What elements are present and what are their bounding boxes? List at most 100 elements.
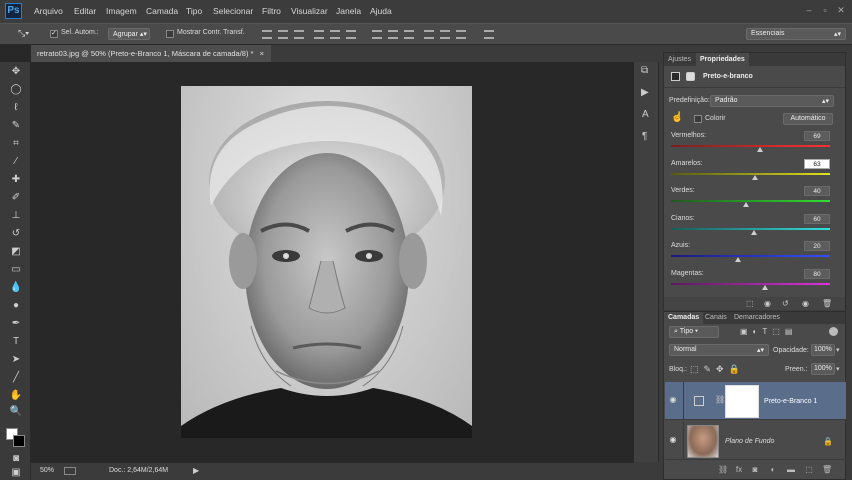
slider-thumb[interactable] — [757, 147, 764, 152]
slider-thumb[interactable] — [734, 257, 741, 262]
type-tool-icon[interactable]: T — [8, 335, 24, 349]
eye-icon[interactable]: ◉ — [668, 436, 678, 444]
slider-value-field[interactable]: 40 — [804, 186, 830, 196]
tint-checkbox[interactable] — [694, 115, 702, 123]
slider-track[interactable] — [671, 282, 830, 285]
status-arrow-icon[interactable]: ▶ — [193, 466, 199, 475]
slider-value-field[interactable]: 20 — [804, 241, 830, 251]
status-menu-icon[interactable] — [64, 467, 76, 475]
menu-selecionar[interactable]: Selecionar — [213, 6, 253, 16]
move-tool-icon[interactable]: ⤡▾ — [18, 28, 38, 40]
tab-canais[interactable]: Canais — [701, 312, 731, 324]
pen-tool-icon[interactable]: ✒ — [8, 317, 24, 331]
distribute-bottom-icon[interactable] — [404, 30, 414, 39]
marquee-tool-icon[interactable]: ◯ — [8, 83, 24, 97]
portrait-photo[interactable] — [181, 86, 472, 438]
line-tool-icon[interactable]: ╱ — [8, 371, 24, 385]
link-layers-icon[interactable]: ⛓ — [718, 465, 728, 474]
zoom-level[interactable]: 50% — [40, 467, 54, 474]
dodge-tool-icon[interactable]: ● — [8, 299, 24, 313]
auto-align-icon[interactable] — [484, 30, 494, 39]
new-group-icon[interactable]: ▬ — [786, 465, 796, 474]
view-previous-icon[interactable]: ◉ — [764, 299, 771, 308]
zoom-tool-icon[interactable]: 🔍 — [8, 405, 24, 419]
eye-icon[interactable]: ◉ — [668, 396, 678, 404]
filter-toggle-icon[interactable] — [829, 327, 838, 336]
tab-camadas[interactable]: Camadas — [664, 312, 704, 324]
lock-icon[interactable]: 🔒 — [823, 437, 833, 446]
workspace-dropdown[interactable]: Essenciais ▴▾ — [746, 28, 846, 40]
menu-filtro[interactable]: Filtro — [262, 6, 281, 16]
align-left-icon[interactable] — [314, 30, 324, 39]
mask-icon[interactable] — [686, 72, 695, 81]
menu-editar[interactable]: Editar — [74, 6, 96, 16]
align-bottom-icon[interactable] — [294, 30, 304, 39]
document-tab[interactable]: retrato03.jpg @ 50% (Preto-e-Branco 1, M… — [31, 45, 271, 62]
menu-ajuda[interactable]: Ajuda — [370, 6, 392, 16]
target-hand-icon[interactable]: ☝ — [671, 112, 683, 123]
clip-to-layer-icon[interactable]: ⬚ — [746, 299, 754, 308]
blur-tool-icon[interactable]: 💧 — [8, 281, 24, 295]
align-top-icon[interactable] — [262, 30, 272, 39]
maximize-icon[interactable]: ▫ — [818, 4, 832, 16]
lock-icons[interactable]: ⬚✎✥🔒 — [690, 364, 745, 375]
brush-tool-icon[interactable]: ✐ — [8, 191, 24, 205]
gradient-tool-icon[interactable]: ▭ — [8, 263, 24, 277]
distribute-left-icon[interactable] — [424, 30, 434, 39]
layer-row-background[interactable]: ◉ Plano de Fundo 🔒 — [665, 422, 846, 460]
menu-tipo[interactable]: Tipo — [186, 6, 202, 16]
link-icon[interactable]: ⛓ — [715, 395, 725, 404]
reset-icon[interactable]: ↺ — [782, 299, 789, 308]
layer-thumbnail[interactable] — [687, 425, 719, 458]
tab-propriedades[interactable]: Propriedades — [696, 53, 749, 66]
distribute-top-icon[interactable] — [372, 30, 382, 39]
menu-arquivo[interactable]: Arquivo — [34, 6, 63, 16]
crop-tool-icon[interactable]: ⌗ — [8, 137, 24, 151]
fill-arrow-icon[interactable]: ▾ — [836, 365, 840, 373]
screen-mode-icon[interactable]: ▣ — [8, 466, 24, 480]
distribute-hcenter-icon[interactable] — [440, 30, 450, 39]
layer-filter-icons[interactable]: ▣◐T⬚▤ — [740, 327, 797, 336]
slider-track[interactable] — [671, 145, 830, 147]
quick-select-tool-icon[interactable]: ✎ — [8, 119, 24, 133]
align-right-icon[interactable] — [346, 30, 356, 39]
fill-field[interactable]: 100% — [811, 363, 835, 375]
hand-tool-icon[interactable]: ✋ — [8, 389, 24, 403]
menu-camada[interactable]: Camada — [146, 6, 178, 16]
align-hcenter-icon[interactable] — [330, 30, 340, 39]
slider-value-field[interactable]: 69 — [804, 131, 830, 141]
delete-layer-icon[interactable]: 🗑 — [822, 465, 832, 474]
quick-mask-icon[interactable]: ◙ — [8, 452, 24, 466]
menu-imagem[interactable]: Imagem — [106, 6, 137, 16]
character-panel-icon[interactable]: A — [642, 109, 649, 120]
fx-icon[interactable]: fx — [734, 465, 744, 474]
layer-filter-dropdown[interactable]: ⌕ Tipo ▾ — [669, 326, 719, 338]
healing-brush-icon[interactable]: ✚ — [8, 173, 24, 187]
history-brush-icon[interactable]: ↺ — [8, 227, 24, 241]
background-color-swatch[interactable] — [13, 435, 25, 447]
layer-name[interactable]: Plano de Fundo — [725, 438, 774, 445]
slider-thumb[interactable] — [750, 229, 757, 235]
distribute-right-icon[interactable] — [456, 30, 466, 39]
slider-value-field[interactable]: 63 — [804, 158, 830, 169]
new-adjustment-icon[interactable]: ◐ — [768, 465, 778, 474]
delete-adjustment-icon[interactable]: 🗑 — [822, 299, 832, 308]
auto-select-checkbox[interactable] — [50, 29, 58, 38]
slider-track[interactable] — [671, 255, 830, 257]
paragraph-panel-icon[interactable]: ¶ — [642, 131, 647, 142]
distribute-vcenter-icon[interactable] — [388, 30, 398, 39]
auto-button[interactable]: Automático — [783, 113, 833, 125]
slider-track[interactable] — [671, 172, 830, 175]
auto-select-dropdown[interactable]: Agrupar ▴▾ — [108, 28, 150, 40]
tab-demarcadores[interactable]: Demarcadores — [730, 312, 784, 324]
close-icon[interactable]: ✕ — [834, 4, 848, 16]
eyedropper-tool-icon[interactable]: ⁄ — [8, 155, 24, 169]
preset-dropdown[interactable]: Padrão ▴▾ — [710, 95, 834, 107]
move-tool-icon[interactable]: ✥ — [8, 65, 24, 79]
new-layer-icon[interactable]: ⬚ — [804, 465, 814, 474]
menu-janela[interactable]: Janela — [336, 6, 361, 16]
slider-thumb[interactable] — [752, 174, 759, 180]
close-tab-icon[interactable]: × — [260, 49, 264, 58]
actions-panel-icon[interactable]: ▶ — [641, 87, 649, 98]
blend-mode-dropdown[interactable]: Normal ▴▾ — [669, 344, 769, 356]
